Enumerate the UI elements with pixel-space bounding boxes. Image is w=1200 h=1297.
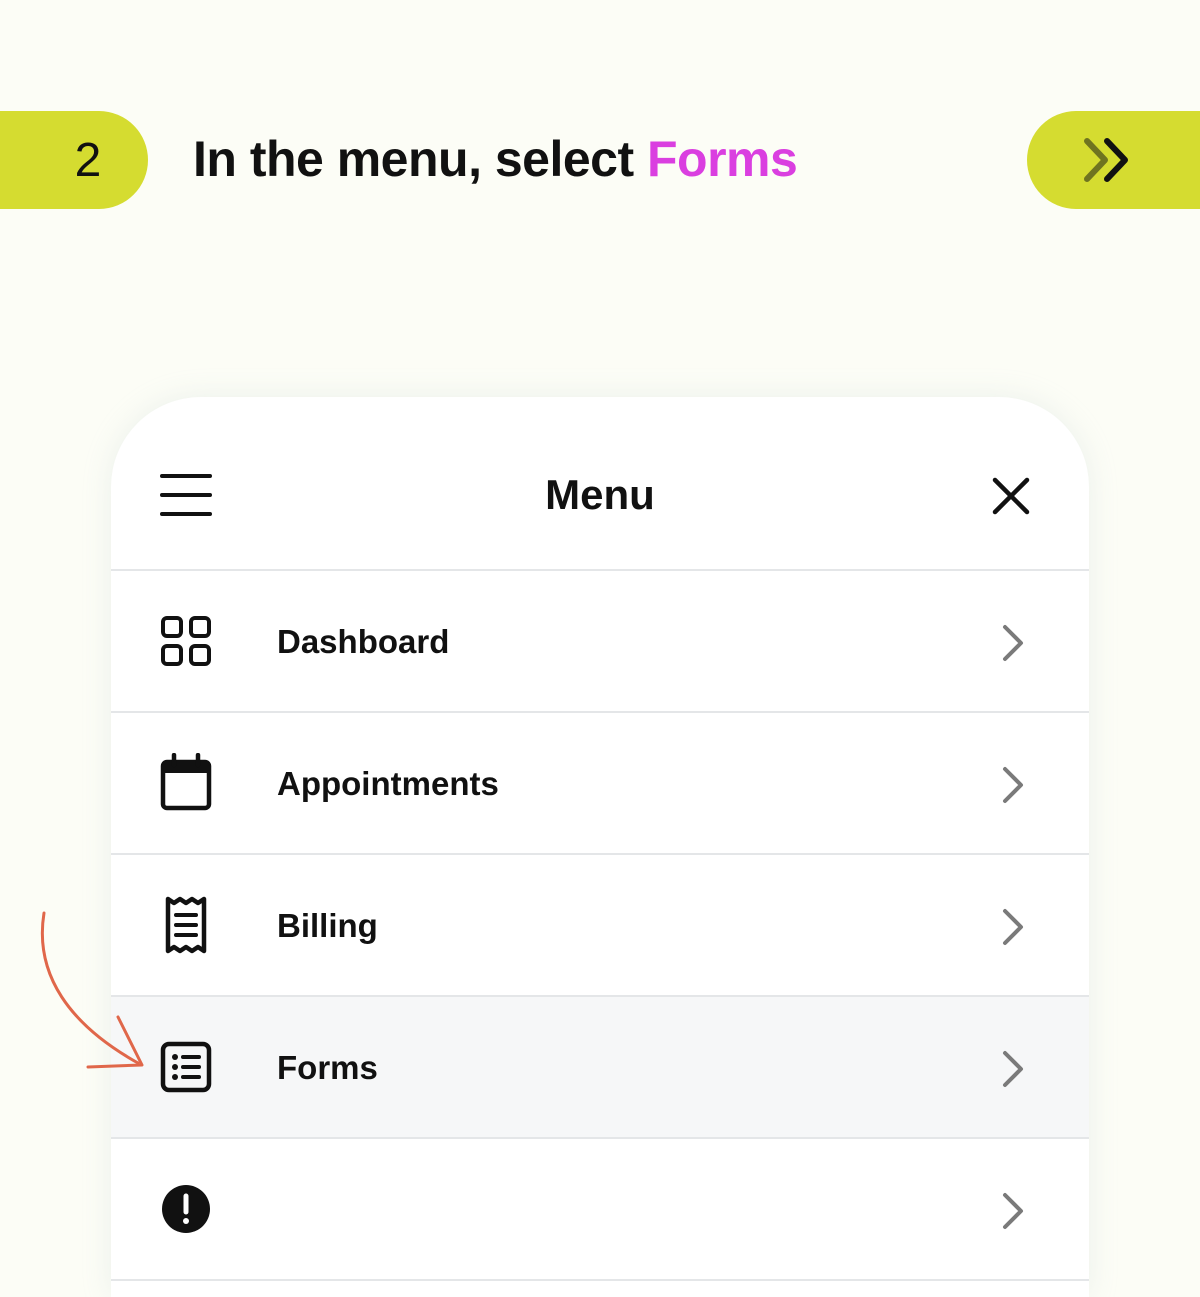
step-number-badge: 2	[0, 111, 148, 209]
instruction-text: In the menu, select Forms	[193, 130, 798, 188]
menu-item-label: Billing	[277, 907, 378, 944]
menu-item-appointments[interactable]: Appointments	[111, 713, 1089, 855]
menu-item-forms[interactable]: Forms	[111, 997, 1089, 1139]
double-chevron-right-icon	[1084, 138, 1128, 182]
grid-icon	[161, 616, 211, 666]
chevron-right-icon	[1003, 1051, 1023, 1087]
instruction-prefix: In the menu, select	[193, 131, 648, 187]
receipt-icon	[165, 896, 207, 954]
menu-item-label: Dashboard	[277, 623, 450, 660]
info-circle-icon	[162, 1185, 210, 1233]
close-icon[interactable]	[991, 476, 1031, 516]
pointer-arrow-annotation	[40, 911, 144, 1069]
chevron-right-icon	[1003, 1193, 1023, 1229]
calendar-icon	[160, 753, 212, 811]
menu-item-label: Appointments	[277, 765, 499, 802]
chevron-right-icon	[1003, 767, 1023, 803]
next-step-button[interactable]	[1027, 111, 1200, 209]
chevron-right-icon	[1003, 909, 1023, 945]
form-list-icon	[160, 1041, 212, 1093]
chevron-right-icon	[1003, 625, 1023, 661]
menu-header: Menu	[111, 397, 1089, 571]
menu-item-billing[interactable]: Billing	[111, 855, 1089, 997]
menu-item-dashboard[interactable]: Dashboard	[111, 571, 1089, 713]
menu-item-partial[interactable]	[111, 1139, 1089, 1281]
instruction-highlight: Forms	[647, 131, 798, 187]
menu-title: Menu	[545, 471, 655, 518]
step-number: 2	[74, 133, 102, 187]
menu-item-label: Forms	[277, 1049, 378, 1086]
menu-panel: Menu Dashboard Appointments Billing Form…	[111, 397, 1089, 1297]
